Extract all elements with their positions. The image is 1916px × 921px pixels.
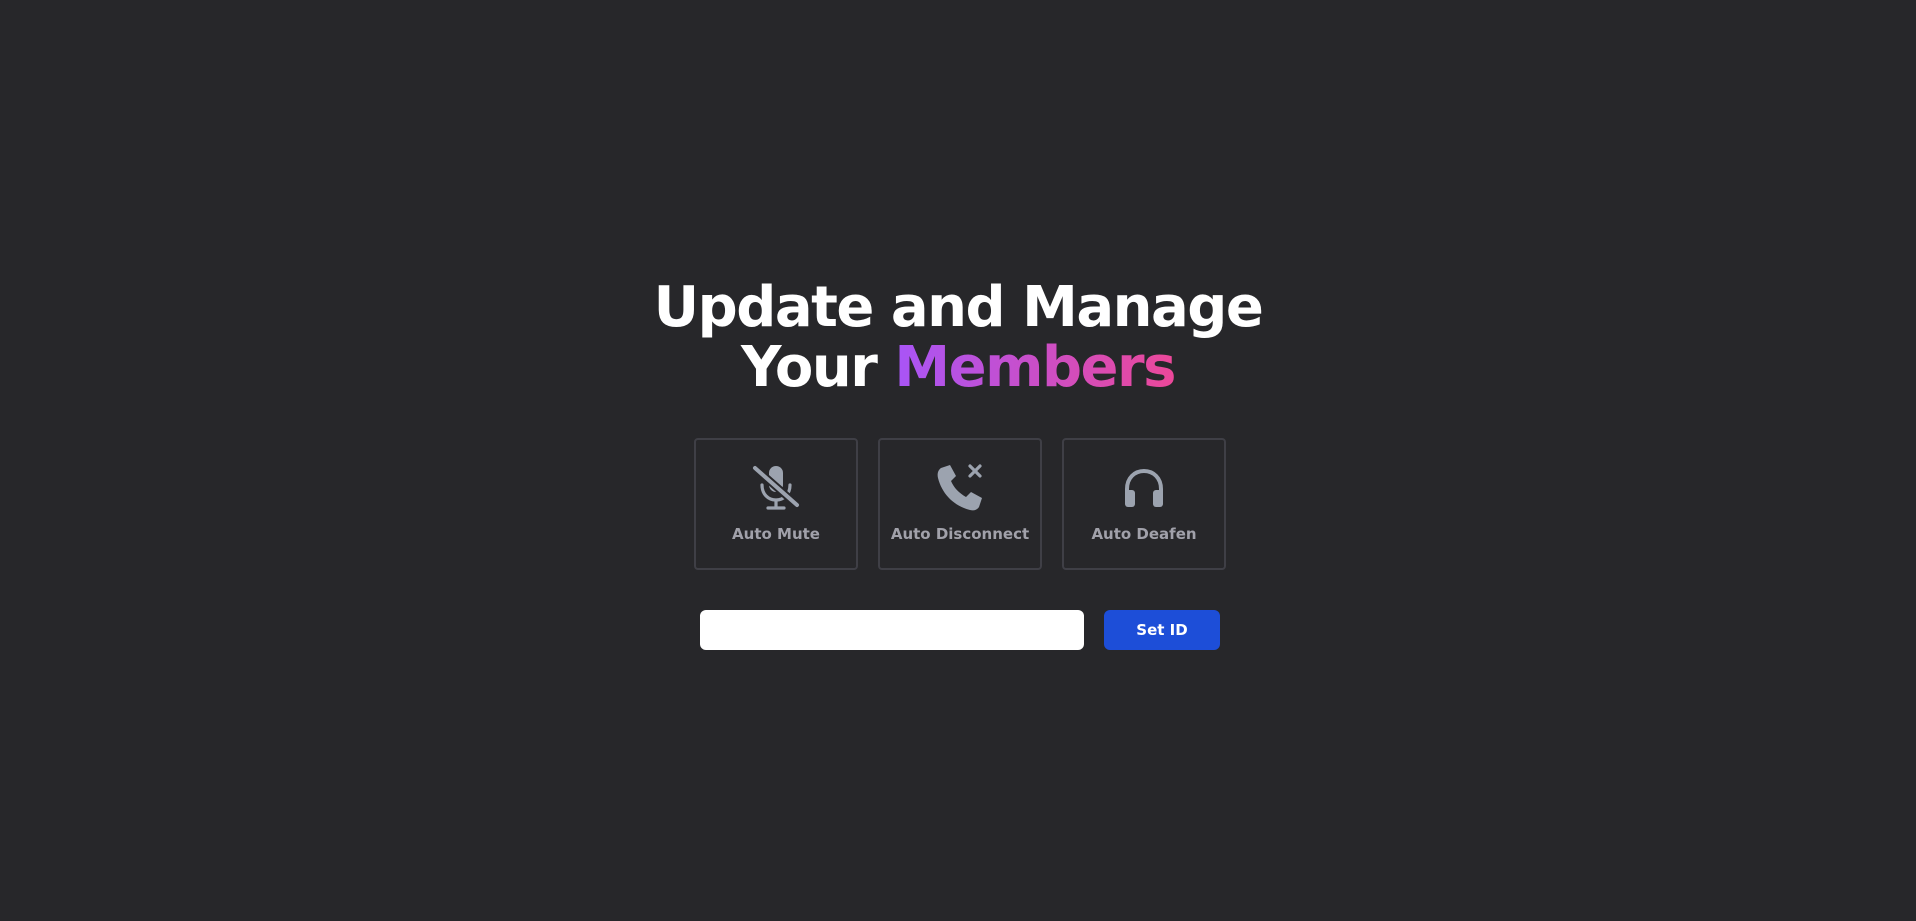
set-id-button[interactable]: Set ID: [1104, 610, 1220, 650]
hero-section: Update and Manage Your Members: [0, 278, 1916, 398]
feature-card-auto-disconnect[interactable]: Auto Disconnect: [878, 438, 1042, 570]
feature-label: Auto Deafen: [1091, 525, 1197, 543]
id-input[interactable]: [700, 610, 1084, 650]
headline-line-1: Update and Manage: [653, 275, 1264, 340]
headline-prefix: Your: [741, 335, 895, 400]
feature-label: Auto Mute: [732, 525, 820, 543]
microphone-off-icon: [750, 462, 802, 514]
headline-highlight: Members: [894, 335, 1176, 400]
page-title: Update and Manage Your Members: [0, 278, 1916, 398]
id-form: Set ID: [700, 610, 1220, 650]
headphones-icon: [1118, 462, 1170, 514]
feature-card-auto-deafen[interactable]: Auto Deafen: [1062, 438, 1226, 570]
feature-list: Auto Mute Auto Disconnect Auto Deafen: [694, 438, 1226, 570]
headline-line-2: Your Members: [0, 338, 1916, 398]
phone-x-icon: [934, 462, 986, 514]
feature-label: Auto Disconnect: [890, 525, 1030, 543]
feature-card-auto-mute[interactable]: Auto Mute: [694, 438, 858, 570]
